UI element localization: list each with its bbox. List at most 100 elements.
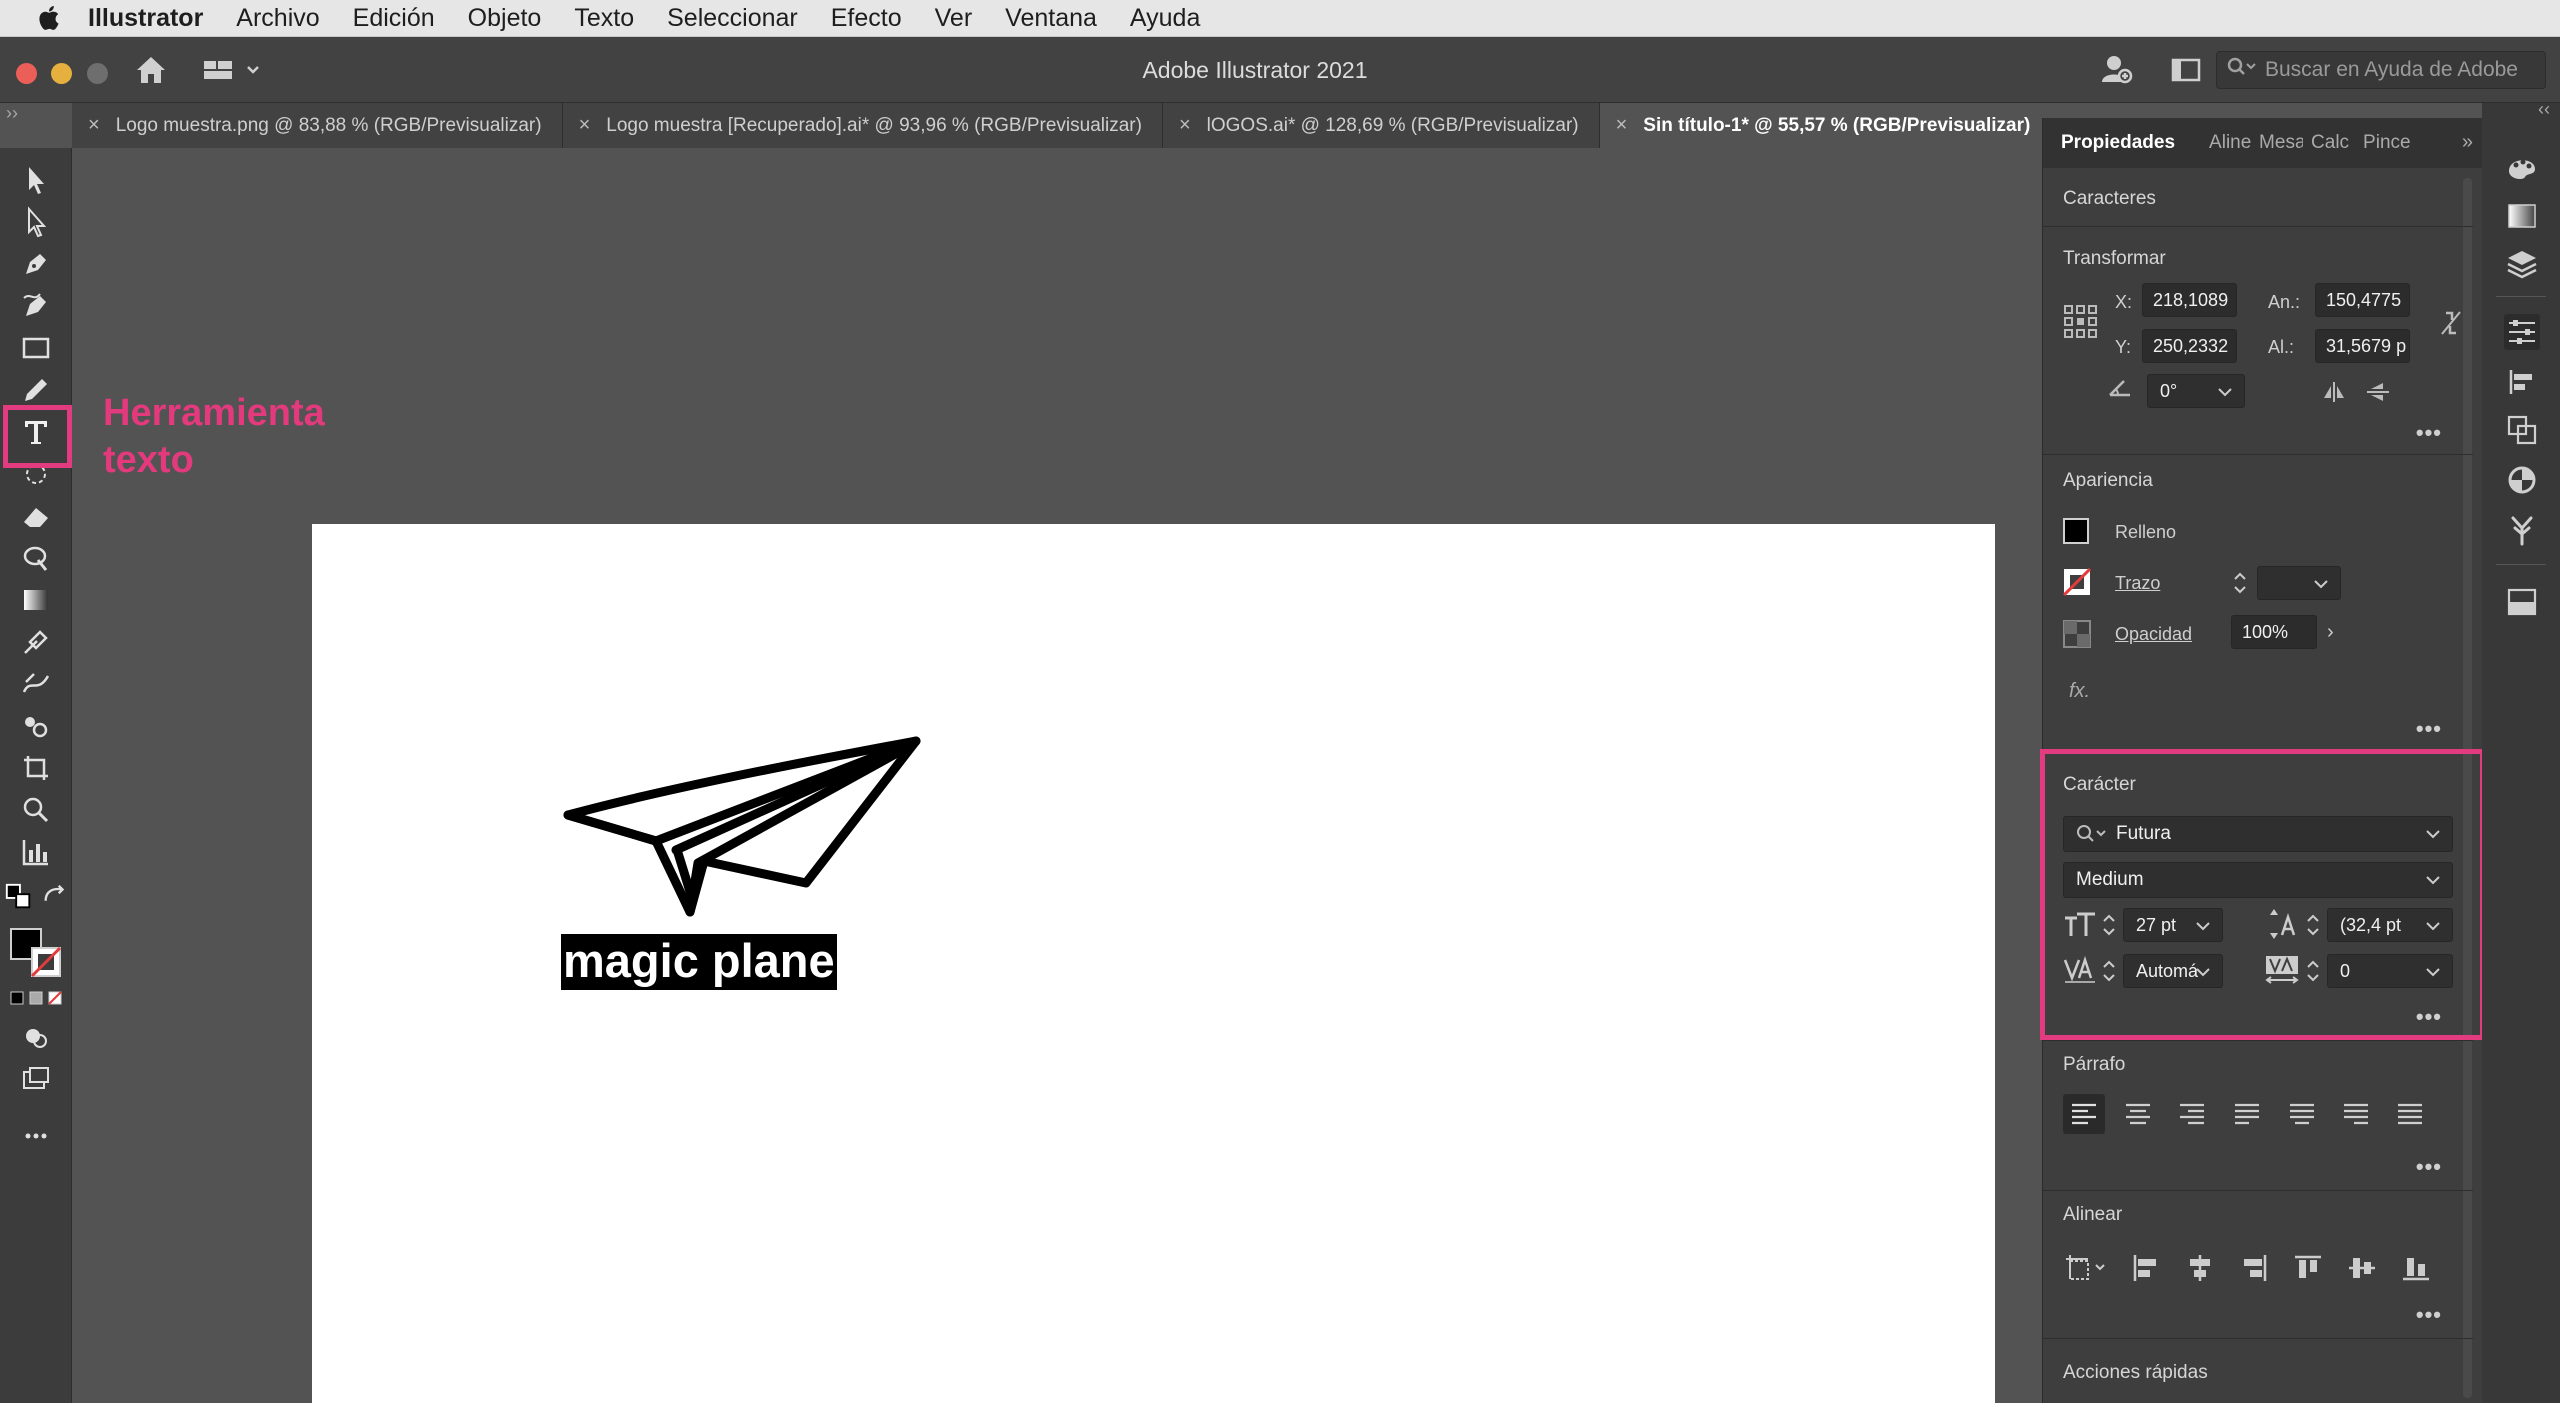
- height-field[interactable]: 31,5679 p: [2315, 329, 2410, 363]
- graph-tool-icon[interactable]: [16, 832, 56, 872]
- align-to-selection-icon[interactable]: [2063, 1250, 2109, 1286]
- reference-point-icon[interactable]: [2063, 304, 2099, 340]
- x-field[interactable]: 218,1089: [2142, 283, 2237, 317]
- transform-more-options[interactable]: •••: [2416, 420, 2442, 446]
- logo-text-magic-plane[interactable]: magic plane: [561, 934, 837, 990]
- tab-mesas[interactable]: Mesa: [2251, 132, 2303, 154]
- rotation-angle-dropdown[interactable]: 0°: [2147, 374, 2245, 408]
- y-field[interactable]: 250,2332: [2142, 329, 2237, 363]
- swap-colors-icon[interactable]: [40, 882, 70, 912]
- tab-alinear[interactable]: Aline: [2201, 132, 2251, 154]
- arrange-panels-icon[interactable]: [2170, 55, 2202, 85]
- menu-seleccionar[interactable]: Seleccionar: [667, 4, 798, 33]
- draw-mode-icon[interactable]: [16, 1018, 56, 1058]
- close-tab-icon[interactable]: ×: [1179, 114, 1191, 137]
- stroke-color-swatch[interactable]: [30, 946, 62, 978]
- pen-tool-icon[interactable]: [16, 244, 56, 284]
- align-left-edges-icon[interactable]: [2131, 1250, 2161, 1286]
- pencil-tool-icon[interactable]: [16, 370, 56, 410]
- pathfinder-icon[interactable]: [2504, 412, 2540, 448]
- constrain-proportions-icon[interactable]: [2437, 308, 2465, 338]
- menu-ver[interactable]: Ver: [935, 4, 973, 33]
- menu-ventana[interactable]: Ventana: [1005, 4, 1097, 33]
- tab-calco[interactable]: Calc: [2303, 132, 2355, 154]
- align-top-edges-icon[interactable]: [2293, 1250, 2323, 1286]
- edit-toolbar-icon[interactable]: [16, 1116, 56, 1156]
- flip-vertical-icon[interactable]: [2365, 380, 2391, 404]
- align-left-icon[interactable]: [2063, 1094, 2105, 1134]
- tab-logo-muestra-png[interactable]: × Logo muestra.png @ 83,88 % (RGB/Previs…: [72, 103, 563, 148]
- justify-center-icon[interactable]: [2281, 1094, 2323, 1134]
- symbol-sprayer-tool-icon[interactable]: [16, 706, 56, 746]
- tab-pinceles[interactable]: Pince: [2355, 132, 2415, 154]
- stroke-label[interactable]: Trazo: [2115, 573, 2160, 594]
- justify-left-icon[interactable]: [2226, 1094, 2268, 1134]
- align-center-icon[interactable]: [2117, 1094, 2159, 1134]
- direct-selection-tool-icon[interactable]: [16, 202, 56, 242]
- curvature-tool-icon[interactable]: [16, 286, 56, 326]
- eyedropper-tool-icon[interactable]: [16, 622, 56, 662]
- appearance-more-options[interactable]: •••: [2416, 716, 2442, 742]
- zoom-tool-icon[interactable]: [16, 790, 56, 830]
- align-bottom-edges-icon[interactable]: [2401, 1250, 2431, 1286]
- stroke-weight-dropdown[interactable]: [2257, 566, 2341, 600]
- stroke-weight-stepper-icon[interactable]: [2229, 566, 2251, 600]
- artboard-tool-icon[interactable]: [16, 748, 56, 788]
- blend-tool-icon[interactable]: [16, 664, 56, 704]
- menu-archivo[interactable]: Archivo: [236, 4, 319, 33]
- selection-tool-icon[interactable]: [16, 160, 56, 200]
- justify-all-icon[interactable]: [2389, 1094, 2431, 1134]
- panel-expand-icon[interactable]: »: [2462, 131, 2473, 154]
- gradient-tool-icon[interactable]: [16, 580, 56, 620]
- fill-swatch[interactable]: [2063, 518, 2089, 544]
- align-horizontal-center-icon[interactable]: [2185, 1250, 2215, 1286]
- color-wheel-icon[interactable]: [2504, 462, 2540, 498]
- rectangle-tool-icon[interactable]: [16, 328, 56, 368]
- paragraph-more-options[interactable]: •••: [2416, 1154, 2442, 1180]
- align-more-options[interactable]: •••: [2416, 1302, 2442, 1328]
- tab-logo-muestra-recuperado[interactable]: × Logo muestra [Recuperado].ai* @ 93,96 …: [562, 103, 1163, 148]
- apple-icon[interactable]: [36, 4, 60, 32]
- menu-edicion[interactable]: Edición: [353, 4, 435, 33]
- color-guide-icon[interactable]: [2504, 148, 2540, 184]
- color-mode-icons[interactable]: [10, 990, 64, 1006]
- help-search-input[interactable]: Buscar en Ayuda de Adobe: [2216, 51, 2546, 89]
- flip-horizontal-icon[interactable]: [2321, 380, 2347, 404]
- layers-icon[interactable]: [2504, 246, 2540, 282]
- width-field[interactable]: 150,4775: [2315, 283, 2410, 317]
- close-tab-icon[interactable]: ×: [88, 114, 100, 137]
- free-transform-tool-icon[interactable]: [16, 538, 56, 578]
- menu-texto[interactable]: Texto: [574, 4, 634, 33]
- fx-icon[interactable]: fx.: [2069, 680, 2090, 703]
- opacity-field[interactable]: 100%: [2231, 615, 2317, 649]
- eraser-tool-icon[interactable]: [16, 496, 56, 536]
- stroke-swatch[interactable]: [2062, 567, 2092, 597]
- toolbar-collapse-icon[interactable]: ››: [6, 103, 18, 124]
- opacity-expand-icon[interactable]: ›: [2327, 621, 2334, 644]
- gradient-panel-icon[interactable]: [2504, 198, 2540, 234]
- tab-logos[interactable]: × lOGOS.ai* @ 128,69 % (RGB/Previsualiza…: [1162, 103, 1600, 148]
- align-right-icon[interactable]: [2171, 1094, 2213, 1134]
- tab-sin-titulo-1[interactable]: × Sin título-1* @ 55,57 % (RGB/Previsual…: [1599, 103, 2042, 148]
- menu-objeto[interactable]: Objeto: [468, 4, 542, 33]
- menu-app-name[interactable]: Illustrator: [88, 4, 203, 33]
- screen-mode-icon[interactable]: [16, 1060, 56, 1100]
- share-user-icon[interactable]: [2098, 51, 2134, 87]
- tab-propiedades[interactable]: Propiedades: [2043, 132, 2183, 154]
- libraries-icon[interactable]: [2504, 584, 2540, 620]
- menu-ayuda[interactable]: Ayuda: [1130, 4, 1200, 33]
- align-vertical-center-icon[interactable]: [2347, 1250, 2377, 1286]
- close-tab-icon[interactable]: ×: [1616, 114, 1628, 137]
- default-colors-icon[interactable]: [4, 882, 34, 912]
- opacity-label[interactable]: Opacidad: [2115, 624, 2192, 645]
- puppet-warp-icon[interactable]: [2504, 512, 2540, 548]
- align-right-edges-icon[interactable]: [2239, 1250, 2269, 1286]
- menu-efecto[interactable]: Efecto: [831, 4, 902, 33]
- paragraph-title: Párrafo: [2063, 1054, 2126, 1075]
- dock-collapse-icon[interactable]: ‹‹: [2538, 99, 2550, 120]
- justify-right-icon[interactable]: [2335, 1094, 2377, 1134]
- close-tab-icon[interactable]: ×: [579, 114, 591, 137]
- paper-plane-illustration[interactable]: [558, 733, 924, 923]
- properties-dock-icon[interactable]: [2504, 314, 2540, 350]
- align-panel-icon[interactable]: [2504, 364, 2540, 400]
